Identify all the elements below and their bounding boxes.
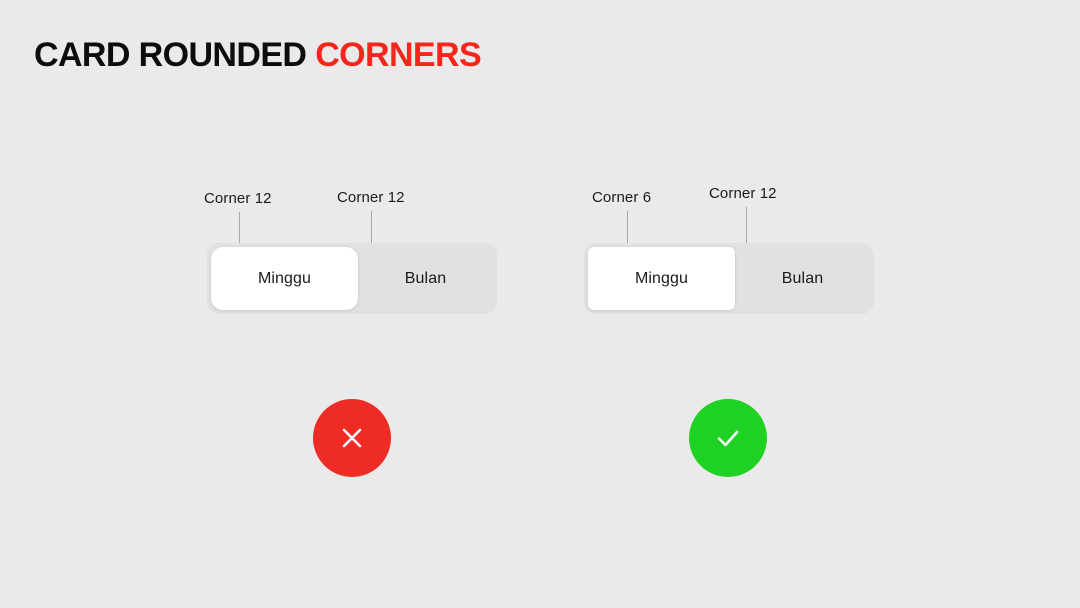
segment-option-unselected[interactable]: Bulan (358, 247, 493, 310)
segment-option-selected[interactable]: Minggu (588, 247, 735, 310)
example-correct: Corner 6 Corner 12 Minggu Bulan (557, 0, 977, 608)
segment-option-label: Minggu (257, 269, 312, 287)
segmented-control: Minggu Bulan (584, 243, 874, 314)
segment-option-label: Bulan (404, 269, 447, 287)
check-icon (709, 419, 747, 457)
segment-option-unselected[interactable]: Bulan (735, 247, 870, 310)
segment-option-label: Bulan (781, 269, 824, 287)
cross-icon (335, 421, 369, 455)
segment-option-label: Minggu (634, 269, 689, 287)
verdict-correct (689, 399, 767, 477)
callout-label: Corner 6 (592, 189, 652, 206)
callout-label: Corner 12 (709, 185, 777, 202)
verdict-incorrect (313, 399, 391, 477)
callout-label: Corner 12 (337, 189, 405, 206)
callout-label: Corner 12 (204, 190, 272, 207)
example-incorrect: Corner 12 Corner 12 Minggu Bulan (180, 0, 600, 608)
segmented-control: Minggu Bulan (207, 243, 497, 314)
segment-option-selected[interactable]: Minggu (211, 247, 358, 310)
